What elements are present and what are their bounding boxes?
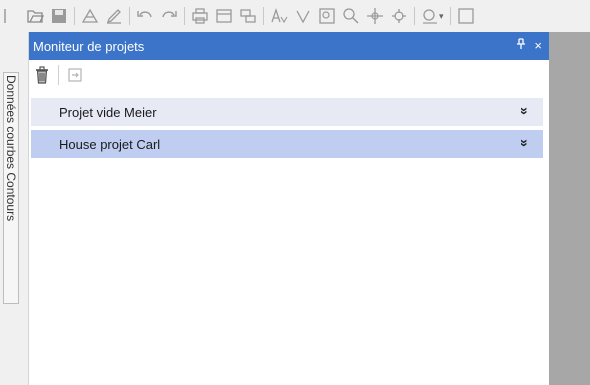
export-icon [68, 68, 82, 82]
toolbar-separator [58, 65, 59, 85]
draw-icon[interactable] [81, 7, 99, 25]
side-tab-strip: Données courbes Contours [0, 32, 22, 385]
side-tab-contours[interactable]: Données courbes Contours [3, 72, 19, 304]
target-icon[interactable] [390, 7, 408, 25]
project-name: House projet Carl [59, 136, 161, 152]
trash-icon [36, 66, 48, 84]
panel-title-bar: Moniteur de projets × [29, 32, 550, 60]
project-row[interactable]: Projet vide Meier » [31, 98, 543, 126]
more-icon[interactable] [457, 7, 475, 25]
project-list: Projet vide Meier » House projet Carl » [29, 90, 550, 158]
expand-chevron-icon[interactable]: » [517, 139, 533, 147]
measure-icon[interactable] [421, 7, 439, 25]
export-button[interactable] [65, 65, 85, 85]
close-icon[interactable]: × [534, 38, 542, 53]
main-toolbar: ▾ [0, 0, 590, 32]
side-tab-label: Données courbes Contours [4, 75, 18, 222]
zoom-window-icon[interactable] [318, 7, 336, 25]
toolbar-separator [263, 7, 264, 25]
panel-title: Moniteur de projets [33, 38, 145, 54]
page-setup-icon[interactable] [239, 7, 257, 25]
toolbar-separator [129, 7, 130, 25]
text-style-icon[interactable] [270, 7, 288, 25]
toolbar-separator [184, 7, 185, 25]
toolbar-separator [414, 7, 415, 25]
redo-icon[interactable] [160, 7, 178, 25]
print-icon[interactable] [191, 7, 209, 25]
save-icon[interactable] [50, 7, 68, 25]
project-name: Projet vide Meier [59, 104, 157, 120]
fx-icon[interactable] [294, 7, 312, 25]
layout-icon[interactable] [215, 7, 233, 25]
new-doc-icon[interactable] [2, 7, 20, 25]
undo-icon[interactable] [136, 7, 154, 25]
zoom-icon[interactable] [342, 7, 360, 25]
project-monitor-panel: Moniteur de projets × Projet vide Meier … [28, 32, 550, 385]
pencil-icon[interactable] [105, 7, 123, 25]
pin-icon[interactable] [516, 38, 526, 53]
expand-chevron-icon[interactable]: » [517, 107, 533, 115]
panel-toolbar [29, 60, 550, 90]
toolbar-separator [449, 7, 451, 25]
delete-button[interactable] [32, 65, 52, 85]
open-folder-icon[interactable] [26, 7, 44, 25]
workspace-area [549, 32, 590, 385]
project-row[interactable]: House projet Carl » [31, 130, 543, 158]
pan-icon[interactable] [366, 7, 384, 25]
toolbar-separator [74, 7, 75, 25]
dropdown-arrow-icon[interactable]: ▾ [439, 11, 444, 22]
